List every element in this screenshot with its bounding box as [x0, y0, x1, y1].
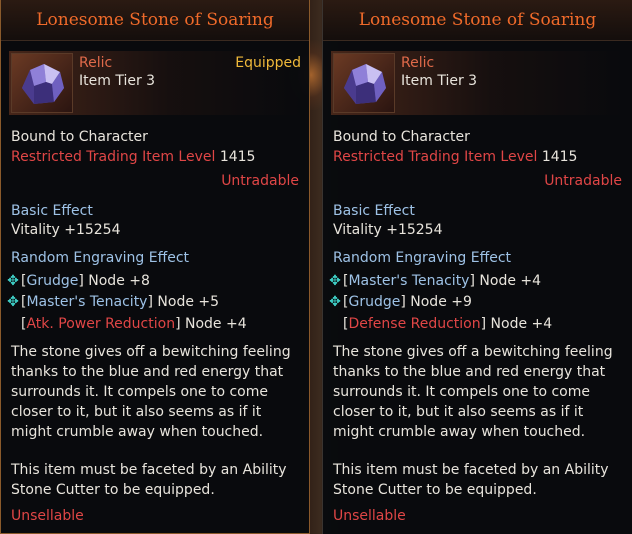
item-grade: Relic: [401, 55, 435, 71]
engraving-name: Grudge: [348, 294, 401, 310]
item-title: Lonesome Stone of Soaring: [1, 0, 309, 41]
engraving-line: ✥ [Master's Tenacity] Node +4: [327, 273, 541, 289]
bound-text: Bound to Character: [11, 129, 148, 145]
basic-effect-label: Basic Effect: [333, 203, 415, 219]
ability-stone-crystal-icon: [11, 53, 73, 113]
engraving-name: Grudge: [26, 273, 79, 289]
engraving-node: Node +4: [479, 273, 542, 289]
basic-effect-value: Vitality +15254: [333, 222, 443, 238]
restricted-trading: Restricted Trading Item Level 1415: [333, 149, 577, 165]
item-tier: Item Tier 3: [401, 73, 478, 89]
item-title: Lonesome Stone of Soaring: [323, 0, 632, 41]
engraving-node: Node +4: [184, 316, 247, 332]
engraving-name: Master's Tenacity: [348, 273, 470, 289]
restricted-value: 1415: [541, 149, 578, 165]
bound-text: Bound to Character: [333, 129, 470, 145]
engraving-line-negative: [Atk. Power Reduction] Node +4: [21, 316, 247, 332]
engraving-name: Defense Reduction: [348, 316, 481, 332]
unsellable-text: Unsellable: [333, 508, 406, 524]
cross-diamond-icon: ✥: [329, 294, 341, 310]
untradable-text: Untradable: [544, 173, 622, 189]
engraving-line: ✥ [Grudge] Node +8: [5, 273, 150, 289]
engraving-label: Random Engraving Effect: [11, 250, 190, 266]
restricted-value: 1415: [219, 149, 256, 165]
engraving-node: Node +8: [88, 273, 150, 289]
basic-effect-label: Basic Effect: [11, 203, 93, 219]
item-header: Relic Item Tier 3: [331, 51, 623, 115]
cross-diamond-icon: ✥: [7, 294, 19, 310]
engraving-name: Atk. Power Reduction: [26, 316, 176, 332]
engraving-node: Node +9: [410, 294, 472, 310]
engraving-label: Random Engraving Effect: [333, 250, 512, 266]
engraving-line-negative: [Defense Reduction] Node +4: [343, 316, 553, 332]
ability-stone-crystal-icon: [333, 53, 395, 113]
engraving-name: Master's Tenacity: [26, 294, 148, 310]
restricted-trading: Restricted Trading Item Level 1415: [11, 149, 255, 165]
facet-note: This item must be faceted by an Ability …: [11, 462, 287, 498]
item-header: Relic Item Tier 3 Equipped: [9, 51, 301, 115]
item-tier: Item Tier 3: [79, 73, 156, 89]
item-tooltip-equipped: Lonesome Stone of Soaring Relic Item Tie…: [0, 0, 310, 534]
cross-diamond-icon: ✥: [329, 273, 341, 289]
item-description: The stone gives off a bewitching feeling…: [333, 344, 613, 440]
item-description: The stone gives off a bewitching feeling…: [11, 344, 291, 440]
engraving-line: ✥ [Master's Tenacity] Node +5: [5, 294, 219, 310]
engraving-node: Node +4: [490, 316, 553, 332]
basic-effect-value: Vitality +15254: [11, 222, 121, 238]
cross-diamond-icon: ✥: [7, 273, 19, 289]
engraving-line: ✥ [Grudge] Node +9: [327, 294, 472, 310]
engraving-node: Node +5: [157, 294, 220, 310]
equipped-badge: Equipped: [235, 55, 301, 71]
facet-note: This item must be faceted by an Ability …: [333, 462, 609, 498]
unsellable-text: Unsellable: [11, 508, 84, 524]
restricted-label: Restricted Trading Item Level: [333, 149, 538, 165]
item-tooltip-compare: Lonesome Stone of Soaring Relic Item Tie…: [322, 0, 632, 534]
item-grade: Relic: [79, 55, 113, 71]
restricted-label: Restricted Trading Item Level: [11, 149, 216, 165]
untradable-text: Untradable: [221, 173, 299, 189]
